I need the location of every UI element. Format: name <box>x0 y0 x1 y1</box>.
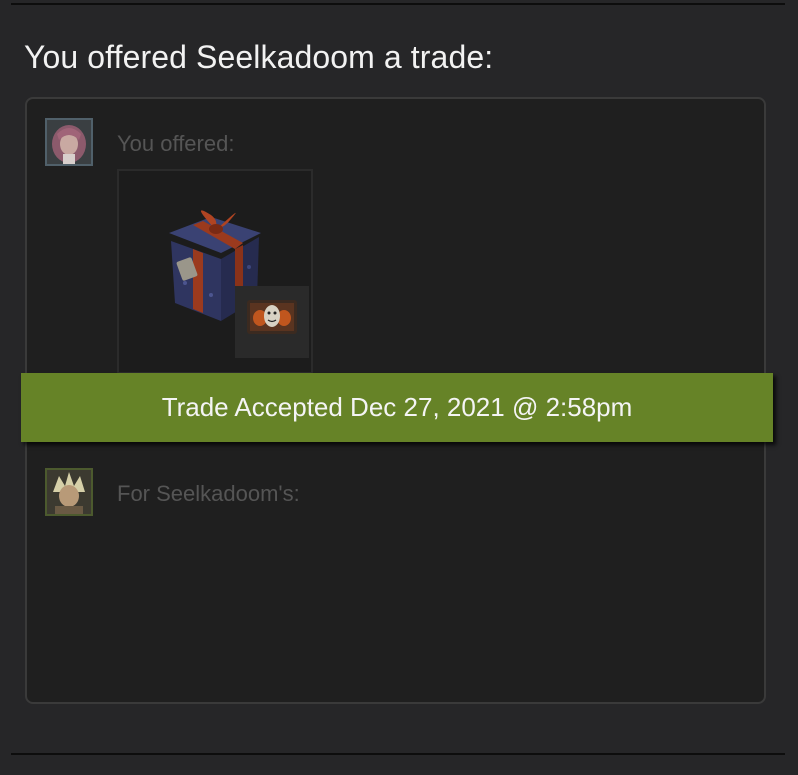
top-divider <box>11 3 785 5</box>
masked-character-badge-icon <box>247 300 297 334</box>
you-offered-label: You offered: <box>117 131 235 156</box>
for-seelkadoom-label: For Seelkadoom's: <box>117 481 300 506</box>
trade-heading: You offered Seelkadoom a trade: <box>24 39 494 75</box>
trade-accepted-banner: Trade Accepted Dec 27, 2021 @ 2:58pm <box>21 373 773 442</box>
bottom-divider <box>11 753 785 755</box>
item-badge <box>235 286 309 358</box>
your-avatar[interactable] <box>45 118 93 166</box>
offered-item-slot[interactable] <box>117 169 313 374</box>
anime-girl-avatar-icon <box>47 120 91 164</box>
anime-boy-avatar-icon <box>47 470 91 514</box>
trade-offer-page: You offered Seelkadoom a trade: You offe… <box>0 0 798 775</box>
seelkadoom-avatar[interactable] <box>45 468 93 516</box>
